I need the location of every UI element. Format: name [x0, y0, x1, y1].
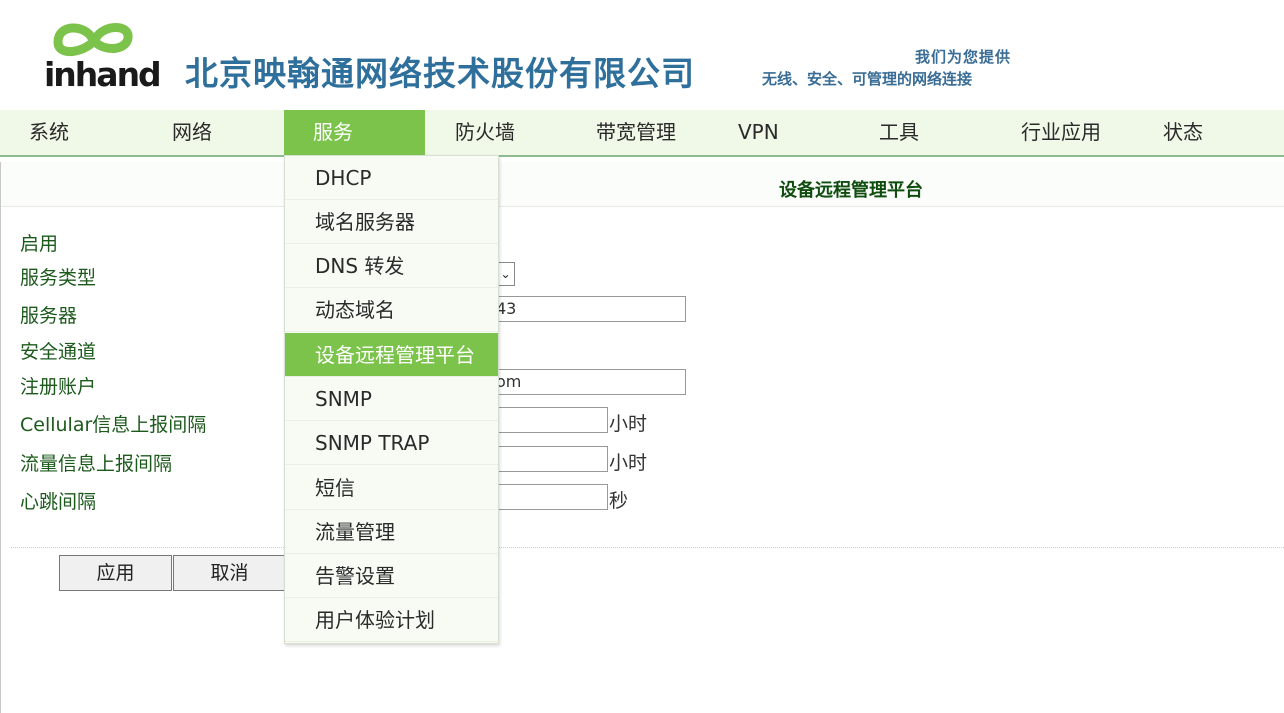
nav-item-firewall[interactable]: 防火墙	[455, 110, 515, 155]
menu-item-sms[interactable]: 短信	[285, 466, 498, 510]
page-title: 设备远程管理平台	[779, 180, 923, 201]
register-account-input[interactable]: om	[491, 369, 686, 395]
cellular-interval-input[interactable]	[491, 407, 608, 433]
slogan-line-1: 我们为您提供	[915, 48, 1012, 66]
unit-seconds: 秒	[609, 490, 629, 512]
chevron-down-icon: ⌄	[500, 267, 511, 281]
slogan-line-2: 无线、安全、可管理的网络连接	[762, 70, 973, 88]
menu-item-dhcp[interactable]: DHCP	[285, 156, 498, 200]
nav-item-status[interactable]: 状态	[1163, 110, 1203, 155]
nav-item-system[interactable]: 系统	[29, 110, 69, 155]
form-divider	[11, 547, 1284, 548]
content-title-bar: 设备远程管理平台	[1, 162, 1284, 207]
traffic-interval-input[interactable]	[491, 446, 608, 472]
label-server: 服务器	[20, 305, 78, 327]
menu-item-dns-relay[interactable]: DNS 转发	[285, 244, 498, 288]
menu-item-device-remote-management[interactable]: 设备远程管理平台	[285, 333, 498, 377]
label-service-type: 服务类型	[20, 267, 97, 289]
logo-wordmark: inhand	[44, 55, 162, 94]
apply-button[interactable]: 应用	[59, 555, 172, 591]
menu-item-snmp-trap[interactable]: SNMP TRAP	[285, 421, 498, 465]
nav-item-industry-apps[interactable]: 行业应用	[1021, 110, 1101, 155]
menu-item-alarm-settings[interactable]: 告警设置	[285, 554, 498, 598]
nav-item-network[interactable]: 网络	[172, 110, 212, 155]
label-traffic-report-interval: 流量信息上报间隔	[20, 453, 173, 475]
server-input[interactable]: 43	[491, 296, 686, 322]
main-nav: 系统 网络 服务 防火墙 带宽管理 VPN 工具 行业应用 状态	[0, 110, 1284, 157]
cancel-button[interactable]: 取消	[173, 555, 286, 591]
content-panel: 设备远程管理平台 启用 服务类型 服务器 安全通道 注册账户 Cellular信…	[0, 162, 1284, 713]
menu-item-traffic-management[interactable]: 流量管理	[285, 510, 498, 554]
unit-hours-cellular: 小时	[609, 413, 648, 435]
company-name: 北京映翰通网络技术股份有限公司	[185, 54, 695, 93]
label-register-account: 注册账户	[20, 376, 97, 398]
nav-item-bandwidth[interactable]: 带宽管理	[596, 110, 676, 155]
menu-item-dynamic-dns[interactable]: 动态域名	[285, 288, 498, 332]
nav-item-vpn[interactable]: VPN	[738, 110, 779, 155]
menu-item-user-experience-program[interactable]: 用户体验计划	[285, 598, 498, 642]
heartbeat-interval-input[interactable]	[491, 484, 608, 510]
label-enable: 启用	[20, 233, 59, 255]
label-secure-channel: 安全通道	[20, 341, 97, 363]
label-heartbeat-interval: 心跳间隔	[20, 491, 97, 513]
nav-item-services[interactable]: 服务	[284, 110, 425, 155]
menu-item-snmp[interactable]: SNMP	[285, 377, 498, 421]
menu-item-dns-server[interactable]: 域名服务器	[285, 200, 498, 244]
nav-item-tools[interactable]: 工具	[879, 110, 919, 155]
header: inhand 北京映翰通网络技术股份有限公司 我们为您提供 无线、安全、可管理的…	[0, 0, 1284, 110]
services-dropdown-menu: DHCP 域名服务器 DNS 转发 动态域名 设备远程管理平台 SNMP SNM…	[284, 155, 499, 644]
unit-hours-traffic: 小时	[609, 452, 648, 474]
service-type-select[interactable]: ⌄	[497, 262, 515, 286]
label-cellular-report-interval: Cellular信息上报间隔	[20, 414, 207, 436]
